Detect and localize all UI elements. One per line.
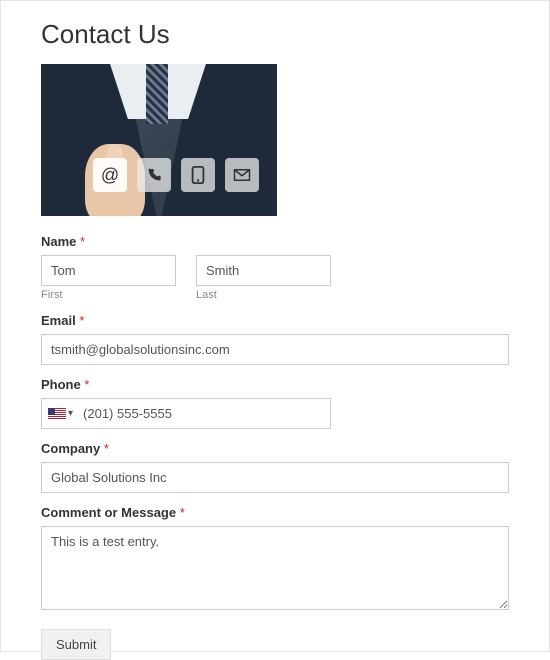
phone-label: Phone * (41, 377, 509, 392)
submit-button[interactable]: Submit (41, 629, 111, 660)
mail-icon (225, 158, 259, 192)
email-input[interactable] (41, 334, 509, 365)
page-title: Contact Us (41, 19, 509, 50)
required-marker: * (180, 505, 185, 520)
message-label: Comment or Message * (41, 505, 509, 520)
last-name-sublabel: Last (196, 289, 331, 301)
phone-icon (137, 158, 171, 192)
required-marker: * (79, 313, 84, 328)
first-name-input[interactable] (41, 255, 176, 286)
company-input[interactable] (41, 462, 509, 493)
at-icon: @ (93, 158, 127, 192)
email-label: Email * (41, 313, 509, 328)
phone-input[interactable] (81, 403, 324, 424)
hero-image: @ (41, 64, 277, 216)
name-label: Name * (41, 234, 509, 249)
last-name-input[interactable] (196, 255, 331, 286)
company-label: Company * (41, 441, 509, 456)
required-marker: * (84, 377, 89, 392)
message-textarea[interactable] (41, 526, 509, 610)
first-name-sublabel: First (41, 289, 176, 301)
chevron-down-icon[interactable]: ▾ (68, 408, 73, 419)
flag-icon[interactable] (48, 408, 66, 420)
required-marker: * (104, 441, 109, 456)
mobile-icon (181, 158, 215, 192)
required-marker: * (80, 234, 85, 249)
